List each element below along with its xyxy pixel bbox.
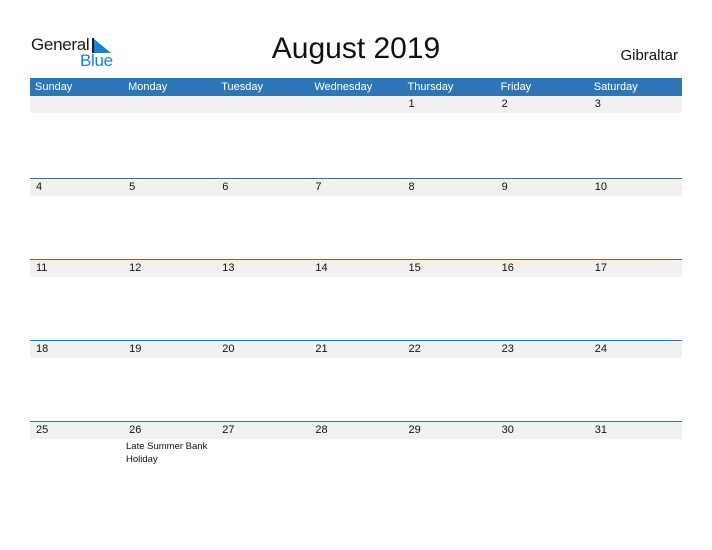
day-event xyxy=(480,196,570,197)
week-row: 11 12 13 14 15 16 17 xyxy=(30,259,682,340)
day-event xyxy=(390,196,480,197)
day-number xyxy=(123,96,216,113)
day-number: 26 xyxy=(129,424,142,436)
week-row: 25 26 27 28 29 30 31 Late Summer Bank Holiday xyxy=(30,421,682,502)
day-event xyxy=(570,113,660,114)
day-number: 11 xyxy=(36,262,48,274)
day-event xyxy=(30,358,120,359)
day-number: 6 xyxy=(222,181,229,193)
day-event xyxy=(210,196,300,197)
day-event xyxy=(390,358,480,359)
day-number xyxy=(309,96,402,113)
day-number: 12 xyxy=(129,262,142,274)
day-number: 10 xyxy=(594,181,607,193)
day-number: 1 xyxy=(408,98,415,110)
event-row xyxy=(30,196,682,197)
day-event xyxy=(390,113,480,114)
weekday-header: Sunday Monday Tuesday Wednesday Thursday… xyxy=(30,78,682,96)
day-number xyxy=(216,96,309,113)
day-event xyxy=(120,277,210,278)
day-number: 2 xyxy=(501,98,508,110)
day-event xyxy=(300,113,390,114)
day-number: 19 xyxy=(129,343,142,355)
weekday-saturday: Saturday xyxy=(593,81,638,93)
country-label: Gibraltar xyxy=(620,47,678,64)
day-number: 3 xyxy=(594,98,601,110)
day-number: 21 xyxy=(315,343,328,355)
week-row: 1 2 3 xyxy=(30,96,682,178)
day-number: 24 xyxy=(594,343,607,355)
day-event xyxy=(30,196,120,197)
event-row: Late Summer Bank Holiday xyxy=(30,439,682,466)
day-number: 13 xyxy=(222,262,235,274)
day-number: 15 xyxy=(408,262,421,274)
day-event xyxy=(480,277,570,278)
weekday-friday: Friday xyxy=(500,81,532,93)
event-row xyxy=(30,277,682,278)
day-number: 17 xyxy=(594,262,607,274)
day-number: 7 xyxy=(315,181,322,193)
day-number: 27 xyxy=(222,424,235,436)
day-event xyxy=(570,277,660,278)
day-event xyxy=(210,113,300,114)
day-event xyxy=(30,113,120,114)
day-number: 23 xyxy=(501,343,514,355)
week-row: 18 19 20 21 22 23 24 xyxy=(30,340,682,421)
day-event xyxy=(300,358,390,359)
day-number: 16 xyxy=(501,262,514,274)
weekday-sunday: Sunday xyxy=(35,81,73,93)
event-row xyxy=(30,358,682,359)
day-event xyxy=(120,196,210,197)
day-number: 20 xyxy=(222,343,235,355)
day-event xyxy=(570,196,660,197)
day-number: 9 xyxy=(501,181,508,193)
day-number: 29 xyxy=(408,424,421,436)
day-number: 18 xyxy=(36,343,49,355)
day-event xyxy=(210,439,300,466)
date-number-row: 18 19 20 21 22 23 24 xyxy=(30,341,682,358)
day-number: 25 xyxy=(36,424,49,436)
day-event xyxy=(300,277,390,278)
day-event: Late Summer Bank Holiday xyxy=(126,441,208,465)
day-event xyxy=(210,358,300,359)
day-event xyxy=(30,277,120,278)
page-title: August 2019 xyxy=(271,32,441,65)
day-event xyxy=(480,439,570,466)
day-event xyxy=(480,113,570,114)
day-number: 28 xyxy=(315,424,328,436)
day-number: 14 xyxy=(315,262,328,274)
day-number: 5 xyxy=(129,181,136,193)
calendar-grid: Sunday Monday Tuesday Wednesday Thursday… xyxy=(30,78,682,502)
weekday-monday: Monday xyxy=(128,81,168,93)
day-event xyxy=(390,277,480,278)
week-row: 4 5 6 7 8 9 10 xyxy=(30,178,682,259)
day-event xyxy=(30,439,120,466)
day-event xyxy=(570,358,660,359)
weekday-tuesday: Tuesday xyxy=(221,81,264,93)
day-event xyxy=(390,439,480,466)
day-number: 8 xyxy=(408,181,415,193)
day-event xyxy=(120,358,210,359)
day-number xyxy=(30,96,123,113)
day-number: 22 xyxy=(408,343,421,355)
date-number-row: 11 12 13 14 15 16 17 xyxy=(30,260,682,277)
day-number: 31 xyxy=(594,424,607,436)
day-number: 4 xyxy=(36,181,43,193)
day-number: 30 xyxy=(501,424,514,436)
event-row xyxy=(30,113,682,114)
date-number-row: 4 5 6 7 8 9 10 xyxy=(30,179,682,196)
day-event xyxy=(120,113,210,114)
day-event xyxy=(480,358,570,359)
weekday-thursday: Thursday xyxy=(407,81,454,93)
day-event xyxy=(300,196,390,197)
weekday-wednesday: Wednesday xyxy=(314,81,373,93)
date-number-row: 1 2 3 xyxy=(30,96,682,113)
date-number-row: 25 26 27 28 29 30 31 xyxy=(30,422,682,439)
day-event xyxy=(570,439,660,466)
day-event xyxy=(300,439,390,466)
day-event xyxy=(210,277,300,278)
